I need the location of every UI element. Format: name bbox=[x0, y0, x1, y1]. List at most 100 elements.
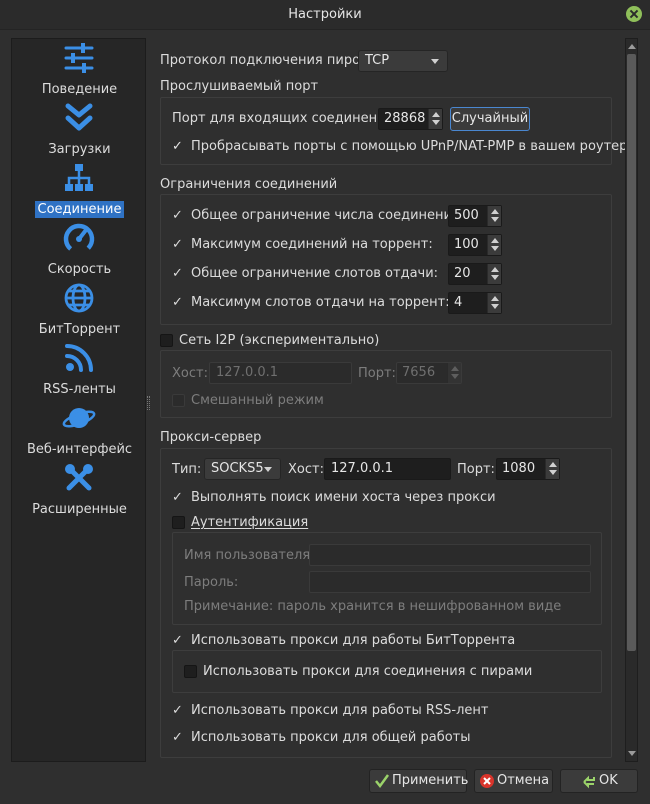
global-upload-slots-spinbox[interactable]: 20 bbox=[448, 263, 502, 285]
per-torrent-upload-slots-label: Максимум слотов отдачи на торрент: bbox=[191, 295, 450, 310]
proxy-rss-label: Использовать прокси для работы RSS-лент bbox=[191, 703, 489, 718]
listening-port-section-title: Прослушиваемый порт bbox=[160, 79, 319, 94]
spin-arrows-icon[interactable] bbox=[545, 459, 559, 479]
checkmark-icon: ✓ bbox=[172, 139, 183, 154]
i2p-mixed-mode-label: Смешанный режим bbox=[191, 393, 324, 408]
apply-label: Применить bbox=[392, 773, 469, 788]
proxy-password-label: Пароль: bbox=[184, 575, 239, 590]
scroll-down-icon[interactable] bbox=[628, 751, 636, 756]
tools-icon bbox=[65, 464, 93, 491]
per-torrent-upload-slots-spinbox[interactable]: 4 bbox=[448, 292, 502, 314]
ok-button[interactable]: OK bbox=[560, 769, 638, 793]
checkmark-icon: ✓ bbox=[172, 237, 183, 252]
proxy-section-title: Прокси-сервер bbox=[160, 430, 262, 445]
i2p-host-label: Хост: bbox=[172, 366, 208, 381]
proxy-password-input[interactable] bbox=[309, 571, 591, 593]
proxy-port-label: Порт: bbox=[457, 462, 495, 477]
sidebar-item-bittorrent[interactable]: БитТоррент bbox=[12, 281, 147, 341]
checkmark-icon: ✓ bbox=[172, 730, 183, 745]
proxy-host-input[interactable]: 127.0.0.1 bbox=[324, 458, 451, 480]
sidebar-item-behavior[interactable]: Поведение bbox=[12, 41, 147, 101]
protocol-label: Протокол подключения пиров: bbox=[160, 53, 373, 68]
sidebar-item-label: Загрузки bbox=[48, 142, 111, 157]
proxy-username-label: Имя пользователя: bbox=[184, 548, 315, 563]
sidebar-item-label: БитТоррент bbox=[38, 322, 121, 337]
sidebar-item-connection[interactable]: Соединение bbox=[12, 161, 147, 221]
spin-arrows-icon[interactable] bbox=[487, 293, 501, 313]
sidebar-item-label: Скорость bbox=[47, 262, 112, 277]
i2p-port-spinbox[interactable]: 7656 bbox=[396, 362, 462, 384]
per-torrent-connections-spinbox[interactable]: 100 bbox=[448, 234, 502, 256]
checkmark-icon: ✓ bbox=[172, 266, 183, 281]
proxy-password-note: Примечание: пароль хранится в нешифрован… bbox=[184, 599, 562, 614]
per-torrent-upload-slots-value: 4 bbox=[454, 295, 463, 310]
sidebar-item-rss[interactable]: RSS-ленты bbox=[12, 341, 147, 401]
incoming-port-label: Порт для входящих соединений: bbox=[172, 111, 399, 126]
global-upload-slots-label: Общее ограничение слотов отдачи: bbox=[191, 266, 439, 281]
speedometer-icon bbox=[63, 223, 95, 255]
sidebar-item-downloads[interactable]: Загрузки bbox=[12, 101, 147, 161]
download-chevrons-icon bbox=[65, 103, 93, 131]
i2p-port-label: Порт: bbox=[358, 366, 396, 381]
proxy-general-label: Использовать прокси для общей работы bbox=[191, 730, 471, 745]
checkbox-box bbox=[160, 334, 173, 347]
proxy-type-label: Тип: bbox=[172, 462, 202, 477]
window-title: Настройки bbox=[288, 7, 362, 22]
spin-arrows-icon[interactable] bbox=[487, 235, 501, 255]
incoming-port-value: 28868 bbox=[384, 111, 426, 126]
spin-arrows-icon[interactable] bbox=[428, 109, 442, 129]
checkmark-icon: ✓ bbox=[172, 208, 183, 223]
proxy-auth-label: Аутентификация bbox=[191, 515, 309, 530]
checkmark-icon: ✓ bbox=[172, 295, 183, 310]
sidebar-item-advanced[interactable]: Расширенные bbox=[12, 461, 147, 521]
checkbox-box bbox=[184, 665, 197, 678]
proxy-peers-label: Использовать прокси для соединения с пир… bbox=[203, 664, 533, 679]
checkmark-icon: ✓ bbox=[172, 490, 183, 505]
ok-arrow-icon bbox=[583, 775, 595, 789]
cancel-label: Отмена bbox=[497, 773, 550, 788]
global-connections-value: 500 bbox=[454, 208, 479, 223]
sidebar-item-label: RSS-ленты bbox=[43, 382, 116, 397]
i2p-host-input[interactable]: 127.0.0.1 bbox=[209, 362, 352, 384]
cancel-icon bbox=[480, 774, 494, 788]
title-bar: Настройки bbox=[0, 0, 650, 30]
ok-label: OK bbox=[599, 773, 618, 788]
checkmark-icon: ✓ bbox=[172, 703, 183, 718]
scroll-thumb[interactable] bbox=[627, 54, 636, 651]
spin-arrows-icon[interactable] bbox=[487, 264, 501, 284]
sidebar-item-speed[interactable]: Скорость bbox=[12, 221, 147, 281]
close-icon[interactable] bbox=[626, 6, 642, 22]
cancel-button[interactable]: Отмена bbox=[474, 769, 553, 793]
spin-arrows-icon[interactable] bbox=[487, 206, 501, 226]
apply-button[interactable]: Применить bbox=[369, 769, 469, 793]
upnp-label: Пробрасывать порты с помощью UPnP/NAT-PM… bbox=[191, 139, 636, 154]
settings-sidebar: Поведение Загрузки Соединение Скорость Б… bbox=[11, 38, 146, 762]
spin-arrows-icon[interactable] bbox=[447, 363, 461, 383]
rss-icon bbox=[65, 344, 93, 372]
sidebar-item-label: Расширенные bbox=[32, 502, 127, 517]
network-icon bbox=[65, 164, 93, 191]
sidebar-item-webui[interactable]: Веб-интерфейс bbox=[12, 401, 147, 461]
per-torrent-connections-value: 100 bbox=[454, 237, 479, 252]
content-scrollbar[interactable] bbox=[625, 38, 638, 762]
protocol-select[interactable]: TCP bbox=[358, 50, 448, 72]
per-torrent-connections-label: Максимум соединений на торрент: bbox=[191, 237, 433, 252]
checkbox-box bbox=[172, 516, 185, 529]
sidebar-item-label: Поведение bbox=[41, 82, 118, 97]
proxy-type-select[interactable]: SOCKS5 bbox=[204, 458, 281, 480]
proxy-port-spinbox[interactable]: 1080 bbox=[496, 458, 560, 480]
proxy-hostname-lookup-label: Выполнять поиск имени хоста через прокси bbox=[191, 490, 496, 505]
sliders-icon bbox=[64, 43, 94, 73]
incoming-port-spinbox[interactable]: 28868 bbox=[378, 108, 443, 130]
planet-icon bbox=[62, 408, 96, 428]
global-connections-spinbox[interactable]: 500 bbox=[448, 205, 502, 227]
global-upload-slots-value: 20 bbox=[454, 266, 471, 281]
proxy-port-value: 1080 bbox=[502, 461, 536, 476]
proxy-username-input[interactable] bbox=[309, 544, 591, 566]
scroll-up-icon[interactable] bbox=[628, 44, 636, 49]
random-port-button[interactable]: Случайный bbox=[450, 107, 530, 131]
connection-limits-section-title: Ограничения соединений bbox=[160, 177, 338, 192]
i2p-label: Сеть I2P (экспериментально) bbox=[179, 333, 380, 348]
sidebar-item-label: Соединение bbox=[34, 201, 125, 218]
proxy-bittorrent-label: Использовать прокси для работы БитТоррен… bbox=[191, 633, 516, 648]
